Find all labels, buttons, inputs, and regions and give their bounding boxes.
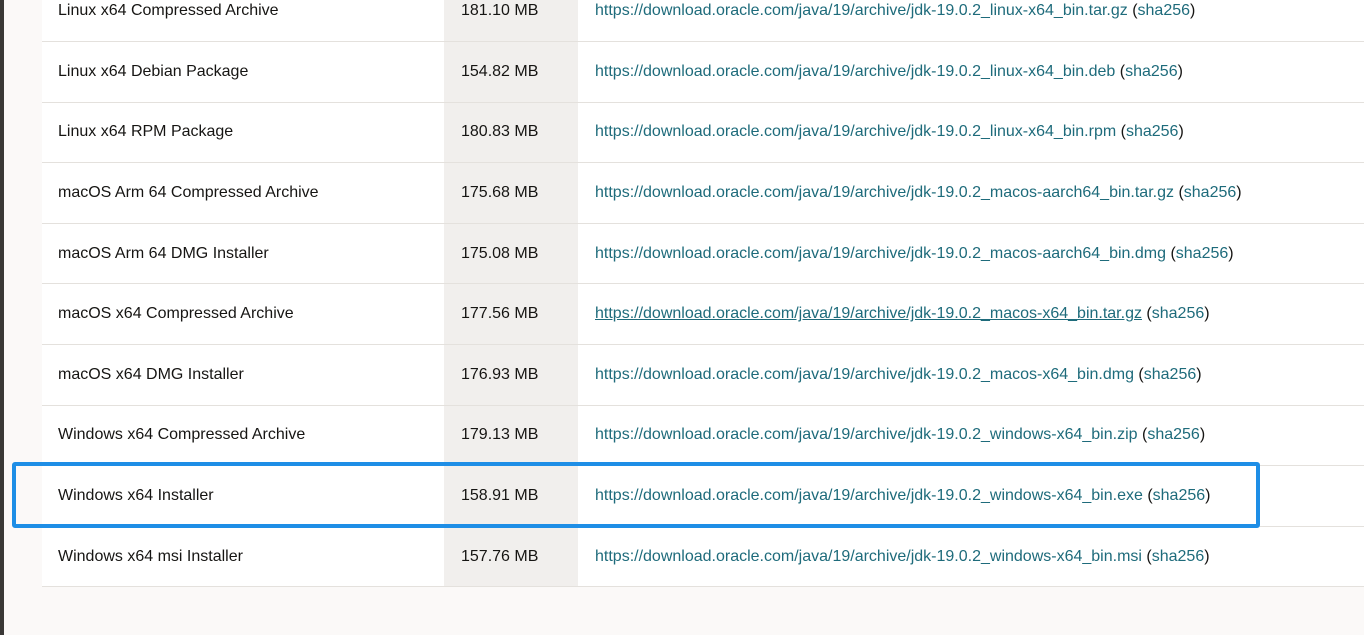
table-row: macOS Arm 64 Compressed Archive 175.68 M… [42, 162, 1364, 224]
product-cell: macOS Arm 64 DMG Installer [58, 244, 269, 262]
download-cell: https://download.oracle.com/java/19/arch… [595, 2, 1196, 20]
page: Linux x64 Compressed Archive 181.10 MB h… [0, 0, 1364, 635]
download-table-container: Linux x64 Compressed Archive 181.10 MB h… [42, 0, 1364, 587]
download-link[interactable]: https://download.oracle.com/java/19/arch… [595, 487, 1143, 504]
file-size-cell: 157.76 MB [444, 526, 578, 587]
checksum-link[interactable]: sha256 [1144, 366, 1197, 383]
product-cell: Linux x64 Compressed Archive [58, 2, 279, 20]
download-cell: https://download.oracle.com/java/19/arch… [595, 426, 1206, 444]
download-link[interactable]: https://download.oracle.com/java/19/arch… [595, 548, 1142, 565]
checksum-link[interactable]: sha256 [1176, 245, 1229, 262]
file-size-cell: 175.68 MB [444, 162, 578, 224]
file-size-cell: 176.93 MB [444, 344, 578, 406]
table-row: macOS x64 Compressed Archive 177.56 MB h… [42, 283, 1364, 345]
download-link[interactable]: https://download.oracle.com/java/19/arch… [595, 2, 1128, 19]
file-size-cell: 175.08 MB [444, 223, 578, 284]
product-cell: Windows x64 Installer [58, 487, 214, 505]
table-row: Linux x64 RPM Package 180.83 MB https://… [42, 102, 1364, 163]
download-cell: https://download.oracle.com/java/19/arch… [595, 365, 1202, 383]
product-cell: Windows x64 msi Installer [58, 547, 243, 565]
product-cell: Linux x64 Debian Package [58, 62, 249, 80]
download-cell: https://download.oracle.com/java/19/arch… [595, 547, 1210, 565]
file-size-cell: 158.91 MB [444, 465, 578, 527]
file-size-cell: 154.82 MB [444, 41, 578, 103]
checksum-link[interactable]: sha256 [1126, 123, 1179, 140]
checksum-link[interactable]: sha256 [1138, 2, 1191, 19]
file-size-cell: 181.10 MB [444, 0, 578, 42]
checksum-link[interactable]: sha256 [1125, 63, 1178, 80]
product-cell: Windows x64 Compressed Archive [58, 426, 306, 444]
product-cell: macOS Arm 64 Compressed Archive [58, 184, 319, 202]
table-row: Linux x64 Compressed Archive 181.10 MB h… [42, 0, 1364, 42]
download-cell: https://download.oracle.com/java/19/arch… [595, 123, 1184, 141]
product-cell: Linux x64 RPM Package [58, 123, 234, 141]
table-row: macOS x64 DMG Installer 176.93 MB https:… [42, 344, 1364, 406]
download-link[interactable]: https://download.oracle.com/java/19/arch… [595, 63, 1115, 80]
download-cell: https://download.oracle.com/java/19/arch… [595, 62, 1183, 80]
download-link[interactable]: https://download.oracle.com/java/19/arch… [595, 305, 1142, 322]
download-link[interactable]: https://download.oracle.com/java/19/arch… [595, 123, 1116, 140]
download-table: Linux x64 Compressed Archive 181.10 MB h… [42, 0, 1364, 587]
table-row: Windows x64 msi Installer 157.76 MB http… [42, 526, 1364, 587]
download-link[interactable]: https://download.oracle.com/java/19/arch… [595, 366, 1134, 383]
checksum-link[interactable]: sha256 [1184, 184, 1237, 201]
download-link[interactable]: https://download.oracle.com/java/19/arch… [595, 184, 1174, 201]
download-cell: https://download.oracle.com/java/19/arch… [595, 305, 1210, 323]
checksum-link[interactable]: sha256 [1147, 426, 1200, 443]
table-row-highlighted: Windows x64 Installer 158.91 MB https://… [42, 465, 1364, 527]
left-edge-bar [0, 0, 4, 635]
file-size-cell: 179.13 MB [444, 405, 578, 466]
download-cell: https://download.oracle.com/java/19/arch… [595, 487, 1211, 505]
file-size-cell: 177.56 MB [444, 283, 578, 345]
product-cell: macOS x64 DMG Installer [58, 365, 244, 383]
file-size-cell: 180.83 MB [444, 102, 578, 163]
download-cell: https://download.oracle.com/java/19/arch… [595, 184, 1242, 202]
checksum-link[interactable]: sha256 [1152, 305, 1205, 322]
download-cell: https://download.oracle.com/java/19/arch… [595, 244, 1234, 262]
product-cell: macOS x64 Compressed Archive [58, 305, 294, 323]
table-row: macOS Arm 64 DMG Installer 175.08 MB htt… [42, 223, 1364, 284]
checksum-link[interactable]: sha256 [1153, 487, 1206, 504]
table-row: Windows x64 Compressed Archive 179.13 MB… [42, 405, 1364, 466]
table-row: Linux x64 Debian Package 154.82 MB https… [42, 41, 1364, 103]
download-link[interactable]: https://download.oracle.com/java/19/arch… [595, 245, 1166, 262]
checksum-link[interactable]: sha256 [1152, 548, 1205, 565]
download-link[interactable]: https://download.oracle.com/java/19/arch… [595, 426, 1138, 443]
